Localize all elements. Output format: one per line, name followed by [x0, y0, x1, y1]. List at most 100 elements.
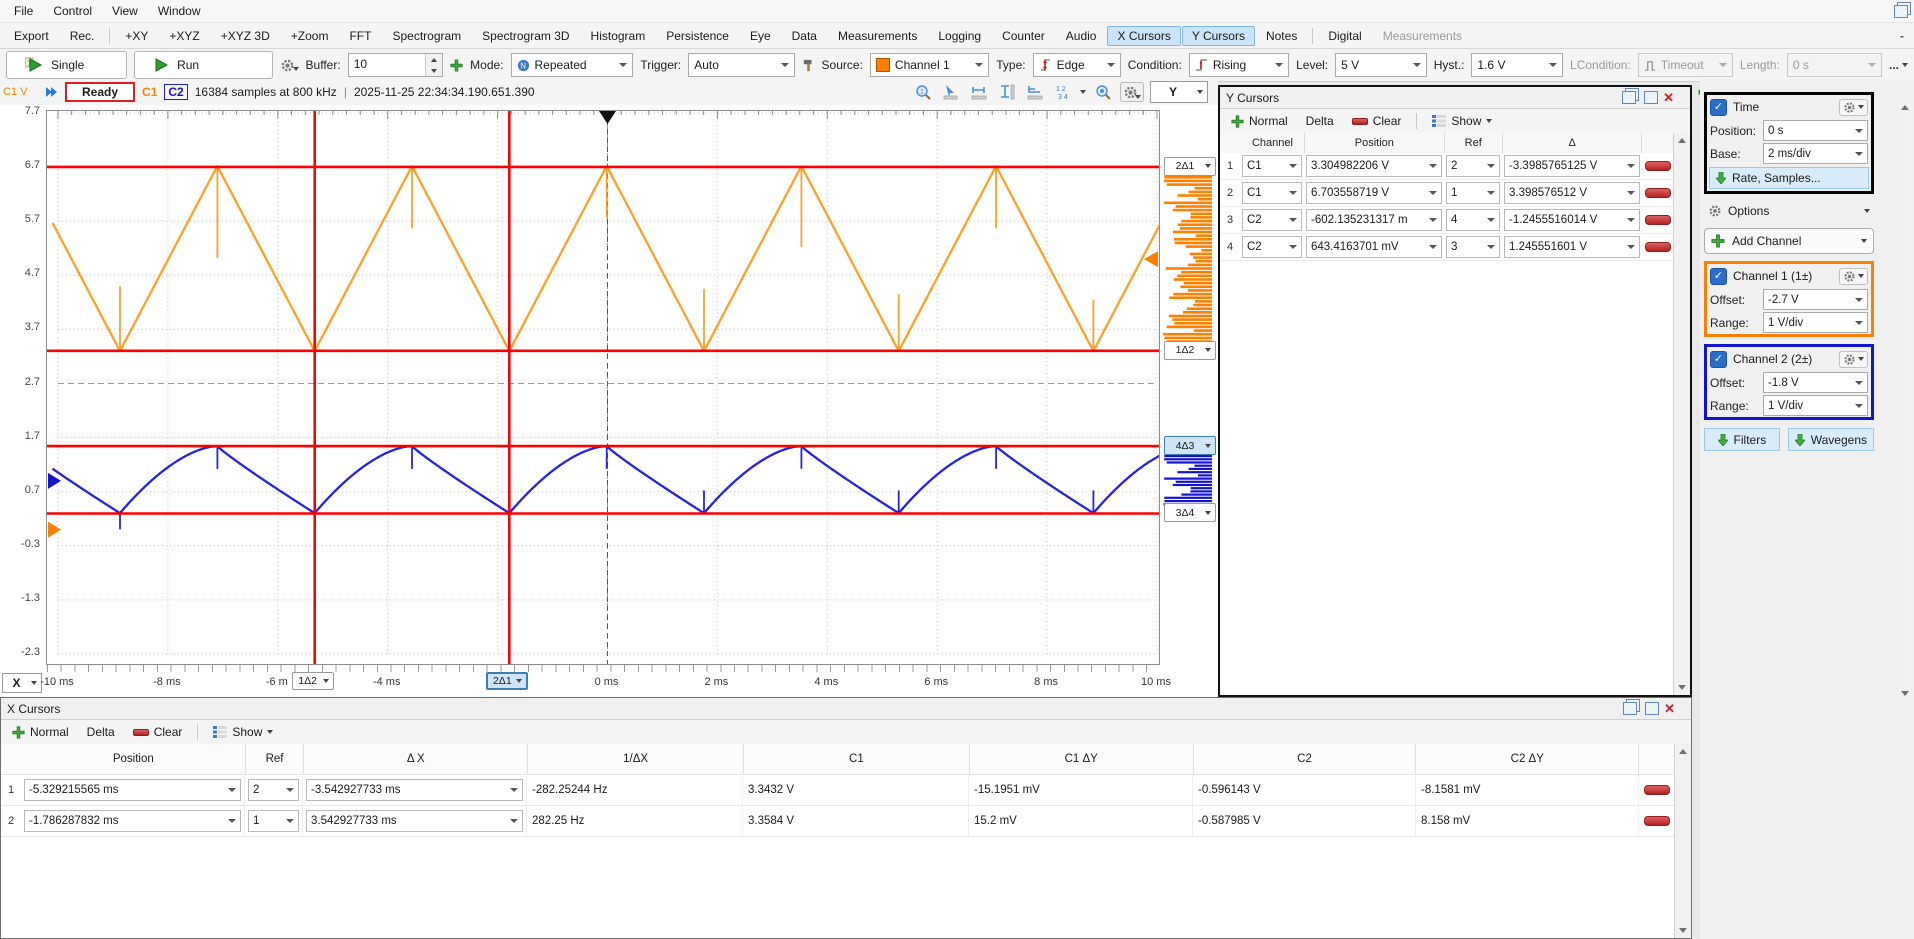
tab-fft[interactable]: FFT — [339, 26, 381, 46]
scrollbar[interactable] — [1898, 100, 1912, 700]
menu-control[interactable]: Control — [43, 1, 102, 22]
close-icon[interactable]: ✕ — [1663, 91, 1674, 104]
add-icon[interactable] — [450, 58, 463, 73]
scrollbar[interactable] — [1673, 133, 1690, 695]
tab-persistence[interactable]: Persistence — [656, 26, 739, 46]
channel1-offset-select[interactable]: -2.7 V — [1763, 289, 1868, 310]
channel2-offset-select[interactable]: -1.8 V — [1763, 372, 1868, 393]
cursor-ref-select[interactable]: 2 — [248, 779, 299, 801]
trigger-select[interactable]: Auto — [688, 53, 795, 77]
tab-xy[interactable]: +XY — [115, 26, 158, 46]
float-panel-icon[interactable] — [1622, 91, 1636, 104]
vertical-ruler-icon[interactable] — [996, 83, 1018, 101]
source-select[interactable]: Channel 1 — [870, 53, 989, 77]
x-cursor-marker-2Δ1[interactable]: 2Δ1 — [486, 672, 528, 690]
tab-rec[interactable]: Rec. — [60, 26, 105, 46]
cursor-position-select[interactable]: 643.4163701 mV — [1306, 236, 1442, 258]
channel1-gear-icon[interactable] — [1839, 268, 1868, 285]
filters-button[interactable]: Filters — [1704, 428, 1780, 451]
cursor-ref-select[interactable]: 3 — [1446, 236, 1500, 258]
cursor-channel-select[interactable]: C1 — [1242, 182, 1302, 204]
x-cursor-marker-1Δ2[interactable]: 1Δ2 — [292, 672, 334, 690]
pointer-measure-icon[interactable] — [940, 83, 962, 101]
tab-export[interactable]: Export — [4, 26, 59, 46]
options-button[interactable]: Options — [1704, 200, 1874, 222]
add-normal-cursor-button[interactable]: Normal — [1224, 112, 1295, 130]
condition-select[interactable]: Rising — [1189, 53, 1289, 77]
tab-logging[interactable]: Logging — [928, 26, 991, 46]
cursor-channel-select[interactable]: C1 — [1242, 155, 1302, 177]
scroll-down-icon[interactable] — [1678, 685, 1686, 690]
buffer-spinner[interactable]: 10 — [348, 53, 443, 77]
waveform-plot[interactable] — [46, 110, 1160, 665]
gear-icon[interactable] — [280, 56, 299, 74]
tab-histogram[interactable]: Histogram — [581, 26, 656, 46]
time-gear-icon[interactable] — [1839, 99, 1868, 116]
rate-samples-button[interactable]: Rate, Samples... — [1709, 167, 1869, 189]
level-select[interactable]: 5 V — [1335, 53, 1427, 77]
tab-x-cursors[interactable]: X Cursors — [1107, 26, 1180, 46]
y-cursor-marker-1Δ2[interactable]: 1Δ2 — [1164, 341, 1216, 360]
add-channel-button[interactable]: Add Channel — [1704, 228, 1874, 254]
float-panel-icon[interactable] — [1623, 702, 1637, 715]
show-columns-button[interactable]: Show — [1425, 112, 1499, 130]
cursor-position-select[interactable]: 6.703558719 V — [1306, 182, 1442, 204]
close-icon[interactable]: ✕ — [1664, 702, 1675, 715]
scroll-down-icon[interactable] — [1679, 928, 1687, 933]
remove-cursor-button[interactable] — [1644, 785, 1670, 795]
tab-spectrogram[interactable]: Spectrogram — [382, 26, 471, 46]
cursor-delta-select[interactable]: -1.2455516014 V — [1504, 209, 1640, 231]
more-options-button[interactable]: ... — [1889, 58, 1908, 72]
y-cursors-title-bar[interactable]: Y Cursors ✕ — [1220, 87, 1690, 109]
cursor-ref-select[interactable]: 1 — [248, 810, 299, 832]
channel2-checkbox[interactable]: ✓ — [1710, 351, 1727, 368]
cursor-delta-select[interactable]: -3.3985765125 V — [1504, 155, 1640, 177]
menu-window[interactable]: Window — [148, 1, 211, 22]
tab-digital[interactable]: Digital — [1318, 26, 1371, 46]
show-columns-button[interactable]: Show — [206, 723, 280, 741]
run-button[interactable]: Run — [134, 51, 272, 79]
tab-xyz3d[interactable]: +XYZ 3D — [211, 26, 280, 46]
tab-measurements[interactable]: Measurements — [828, 26, 927, 46]
restore-window-icon[interactable] — [1894, 5, 1908, 18]
tab-notes[interactable]: Notes — [1256, 26, 1307, 46]
hysteresis-select[interactable]: 1.6 V — [1471, 53, 1563, 77]
clear-cursors-button[interactable]: Clear — [1345, 112, 1409, 130]
chevron-down-icon[interactable] — [1080, 90, 1086, 94]
corner-ruler-icon[interactable] — [1024, 83, 1046, 101]
scroll-up-icon[interactable] — [1679, 749, 1687, 754]
single-button[interactable]: 1 Single — [6, 51, 127, 79]
add-delta-cursor-button[interactable]: Delta — [80, 723, 122, 741]
horizontal-ruler-icon[interactable] — [968, 83, 990, 101]
tab-data[interactable]: Data — [782, 26, 827, 46]
cursor-delta-select[interactable]: 3.398576512 V — [1504, 182, 1640, 204]
minimize-toolbar-icon[interactable]: - — [1900, 29, 1904, 43]
time-checkbox[interactable]: ✓ — [1710, 99, 1727, 116]
remove-cursor-button[interactable] — [1645, 215, 1671, 225]
tab-y-cursors[interactable]: Y Cursors — [1182, 26, 1255, 46]
cursor-position-select[interactable]: 3.304982206 V — [1306, 155, 1442, 177]
channel1-badge[interactable]: C1 — [142, 85, 157, 99]
maximize-panel-icon[interactable] — [1644, 91, 1658, 104]
y-axis-selector[interactable]: Y — [1150, 81, 1208, 103]
cursor-ref-select[interactable]: 1 — [1446, 182, 1500, 204]
type-select[interactable]: Edge — [1033, 53, 1121, 77]
cursor-dx-select[interactable]: 3.542927733 ms — [306, 810, 523, 832]
tab-zoom[interactable]: +Zoom — [281, 26, 339, 46]
menu-file[interactable]: File — [4, 1, 43, 22]
cursor-ref-select[interactable]: 2 — [1446, 155, 1500, 177]
clear-cursors-button[interactable]: Clear — [126, 723, 190, 741]
spinner-arrows[interactable] — [425, 54, 442, 76]
channel1-checkbox[interactable]: ✓ — [1710, 268, 1727, 285]
tab-audio[interactable]: Audio — [1056, 26, 1107, 46]
cursor-delta-select[interactable]: 1.245551601 V — [1504, 236, 1640, 258]
zoom-reset-icon[interactable]: 1 — [912, 83, 934, 101]
cursor-channel-select[interactable]: C2 — [1242, 209, 1302, 231]
y-cursor-marker-4Δ3[interactable]: 4Δ3 — [1164, 436, 1216, 455]
channel2-badge[interactable]: C2 — [164, 84, 187, 100]
expand-chevron-icon[interactable] — [44, 85, 58, 99]
scroll-down-icon[interactable] — [1901, 691, 1909, 696]
remove-cursor-button[interactable] — [1645, 242, 1671, 252]
remove-cursor-button[interactable] — [1645, 188, 1671, 198]
time-position-select[interactable]: 0 s — [1763, 120, 1868, 141]
